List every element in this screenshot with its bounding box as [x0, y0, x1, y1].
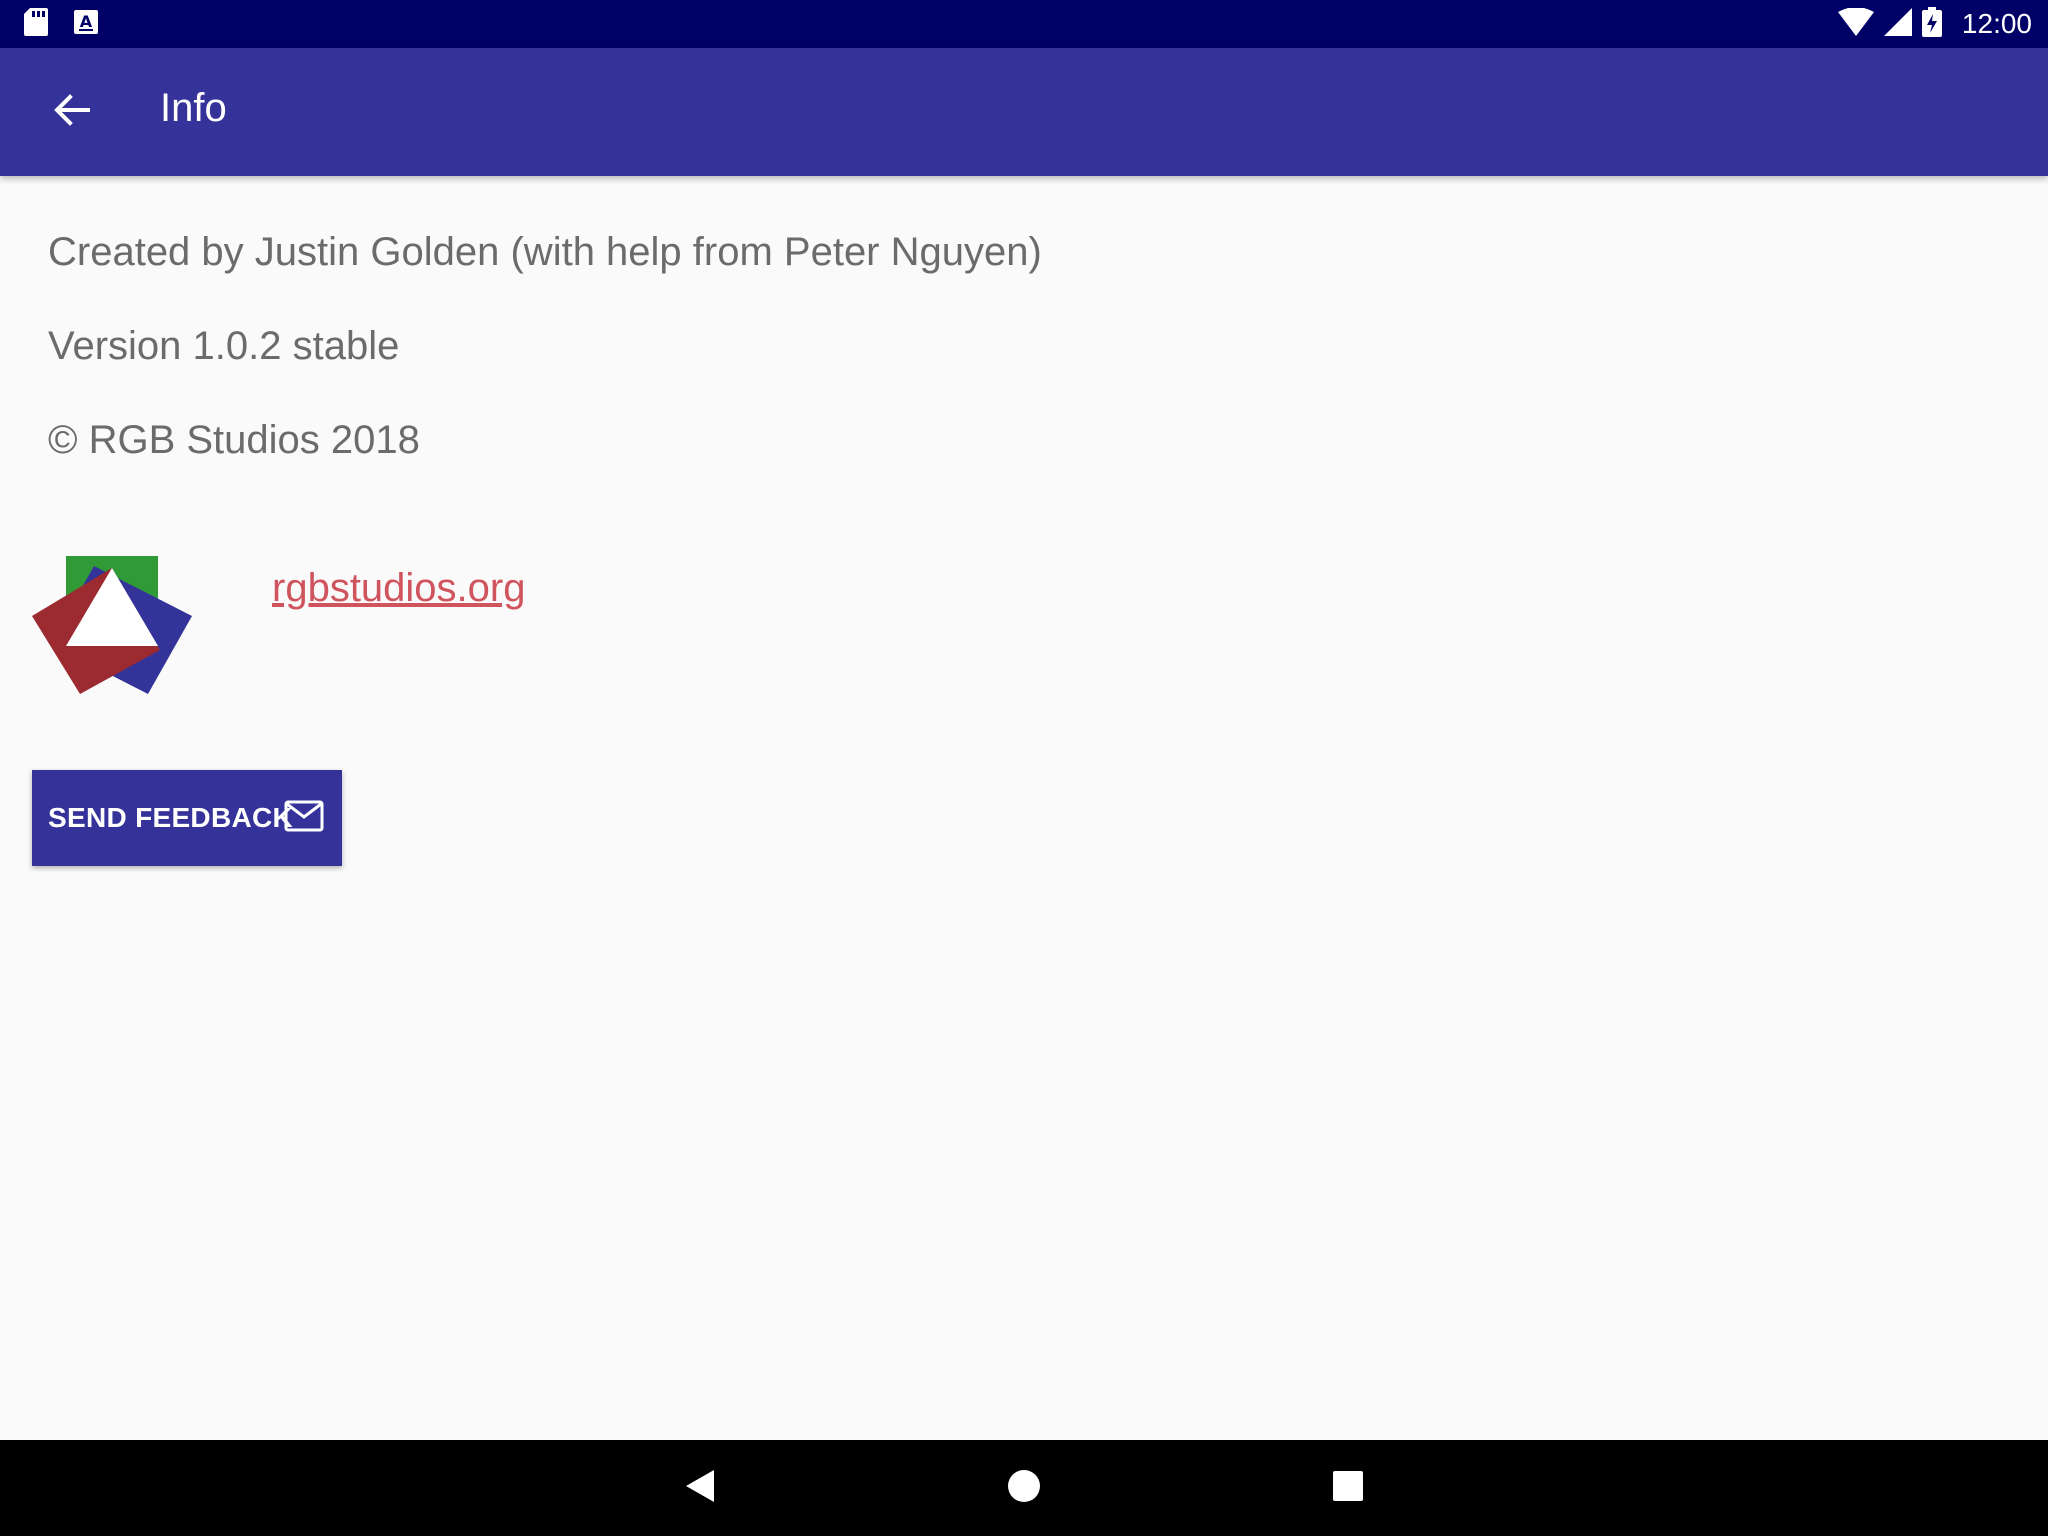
status-right-icons: 12:00 [1837, 6, 2032, 42]
navigation-bar [0, 1440, 2048, 1536]
arrow-back-icon [54, 93, 90, 131]
cell-signal-icon [1883, 7, 1912, 41]
home-circle-icon [1006, 1470, 1042, 1508]
credits-text: Created by Justin Golden (with help from… [48, 230, 1042, 274]
status-left-icons: A [24, 7, 98, 41]
svg-text:A: A [80, 12, 93, 31]
nav-back-button[interactable] [684, 1468, 716, 1509]
back-triangle-icon [684, 1470, 716, 1508]
status-bar: A 12:00 [0, 0, 2048, 48]
rgb-studios-logo [30, 554, 196, 696]
keyboard-a-icon: A [74, 8, 98, 41]
wifi-icon [1837, 6, 1874, 41]
send-feedback-label: SEND FEEDBACK [48, 802, 294, 833]
status-time: 12:00 [1961, 8, 2032, 39]
nav-home-button[interactable] [1006, 1468, 1042, 1509]
version-text: Version 1.0.2 stable [48, 324, 400, 368]
copyright-text: © RGB Studios 2018 [48, 418, 420, 462]
sd-card-icon [24, 7, 48, 41]
app-bar: Info [0, 48, 2048, 176]
nav-recents-button[interactable] [1332, 1468, 1364, 1509]
back-button[interactable] [40, 88, 104, 136]
mail-icon [284, 800, 324, 837]
page-title: Info [160, 86, 227, 130]
send-feedback-button[interactable]: SEND FEEDBACK [32, 770, 342, 866]
battery-charging-icon [1921, 6, 1942, 42]
website-link[interactable]: rgbstudios.org [272, 566, 525, 611]
recents-square-icon [1332, 1471, 1364, 1508]
